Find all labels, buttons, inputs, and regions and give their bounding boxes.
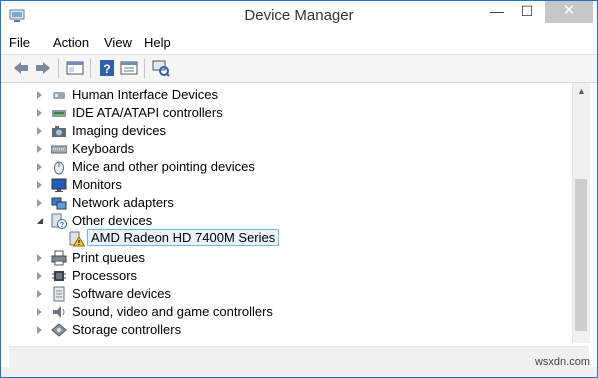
toolbar-separator (144, 59, 145, 78)
watermark: wsxdn.com (534, 356, 590, 368)
back-icon[interactable] (12, 59, 30, 77)
menu-help[interactable]: Help (144, 35, 171, 50)
tree-item-label: Imaging devices (72, 123, 166, 138)
processor-icon (51, 268, 67, 284)
minimize-button[interactable]: — (483, 1, 511, 23)
forward-icon[interactable] (34, 59, 52, 77)
hid-icon (51, 87, 67, 103)
speaker-icon (51, 304, 67, 320)
expand-arrow-icon[interactable] (37, 91, 42, 99)
network-icon (51, 195, 67, 211)
scroll-up-arrow-icon[interactable]: ▲ (573, 83, 590, 99)
expand-arrow-icon[interactable] (37, 308, 42, 316)
svg-text:?: ? (103, 62, 110, 76)
expand-arrow-icon[interactable] (37, 163, 42, 171)
toolbar: ? (1, 54, 597, 83)
printer-icon (51, 250, 67, 266)
menu-file[interactable]: File (9, 35, 30, 50)
tree-item-label: Storage controllers (72, 322, 182, 337)
vertical-scrollbar[interactable]: ▲ (572, 83, 590, 343)
camera-icon (51, 123, 67, 139)
storage-icon (51, 322, 67, 338)
expand-arrow-icon[interactable] (37, 145, 42, 153)
expand-arrow-icon[interactable] (37, 272, 42, 280)
title-bar[interactable]: Device Manager — ☐ ✕ (1, 1, 597, 32)
scan-hardware-changes-icon[interactable] (152, 59, 170, 77)
tree-item-label: Mice and other pointing devices (72, 159, 255, 174)
menu-action[interactable]: Action (53, 35, 89, 50)
expand-arrow-icon[interactable] (37, 181, 42, 189)
keyboard-icon (50, 141, 68, 157)
close-button[interactable]: ✕ (545, 1, 593, 23)
menu-bar: File Action View Help (1, 32, 597, 54)
warning-device-icon (69, 231, 86, 247)
tree-item-label: Human Interface Devices (72, 87, 218, 102)
tree-item-label: Other devices (72, 213, 153, 228)
menu-view[interactable]: View (104, 35, 132, 50)
ide-icon (51, 105, 67, 121)
tree-item-label: Keyboards (72, 141, 135, 156)
svg-text:?: ? (60, 222, 64, 229)
tree-item-label: Network adapters (72, 195, 174, 210)
tree-item-label: AMD Radeon HD 7400M Series (86, 229, 280, 246)
device-tree[interactable]: Human Interface Devices IDE ATA/ATAPI co… (9, 83, 572, 343)
expand-arrow-icon[interactable] (37, 199, 42, 207)
tree-item-label: Monitors (72, 177, 122, 192)
device-manager-window: Device Manager — ☐ ✕ File Action View He… (0, 0, 598, 378)
expand-arrow-icon[interactable] (37, 326, 42, 334)
tree-item-label: Processors (72, 268, 138, 283)
expand-arrow-icon[interactable] (37, 290, 42, 298)
toolbar-separator (90, 59, 91, 78)
expand-arrow-icon[interactable] (37, 254, 42, 262)
show-hide-console-tree-icon[interactable] (66, 59, 84, 77)
maximize-button[interactable]: ☐ (513, 1, 541, 23)
expand-arrow-icon[interactable] (37, 109, 42, 117)
horizontal-scrollbar[interactable] (9, 346, 589, 367)
collapse-arrow-icon[interactable] (37, 218, 43, 224)
tree-item-label: Print queues (72, 250, 145, 265)
unknown-device-icon: ? (51, 213, 67, 229)
properties-icon[interactable] (120, 59, 138, 77)
software-device-icon (51, 286, 67, 302)
help-icon[interactable]: ? (98, 59, 116, 77)
tree-item-label: Sound, video and game controllers (72, 304, 273, 319)
toolbar-separator (58, 59, 59, 78)
scroll-thumb[interactable] (575, 179, 587, 331)
status-bar (1, 367, 597, 377)
tree-item-label: IDE ATA/ATAPI controllers (72, 105, 223, 120)
expand-arrow-icon[interactable] (37, 127, 42, 135)
monitor-icon (51, 177, 67, 193)
tree-item-label: Software devices (72, 286, 171, 301)
mouse-icon (51, 159, 67, 175)
